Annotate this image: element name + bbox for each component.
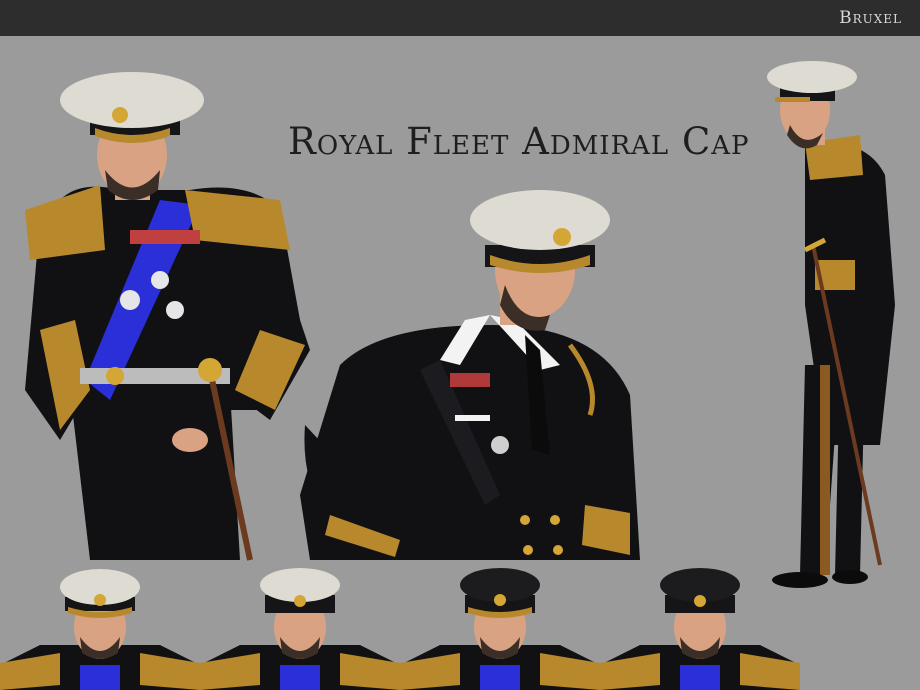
header-bar: Bruxel [0,0,920,36]
thumbnail-cap-white-black-band [200,568,400,690]
thumbnail-cap-black-1 [400,568,600,690]
brand-watermark: Bruxel [839,8,902,28]
admiral-figure-dress-uniform [25,72,310,561]
page-title: Royal Fleet Admiral Cap [288,120,750,163]
thumbnail-cap-black-2 [600,568,800,690]
thumbnail-cap-white [0,569,200,690]
admiral-figure-profile [767,61,895,588]
admiral-figure-service-uniform [300,190,640,560]
